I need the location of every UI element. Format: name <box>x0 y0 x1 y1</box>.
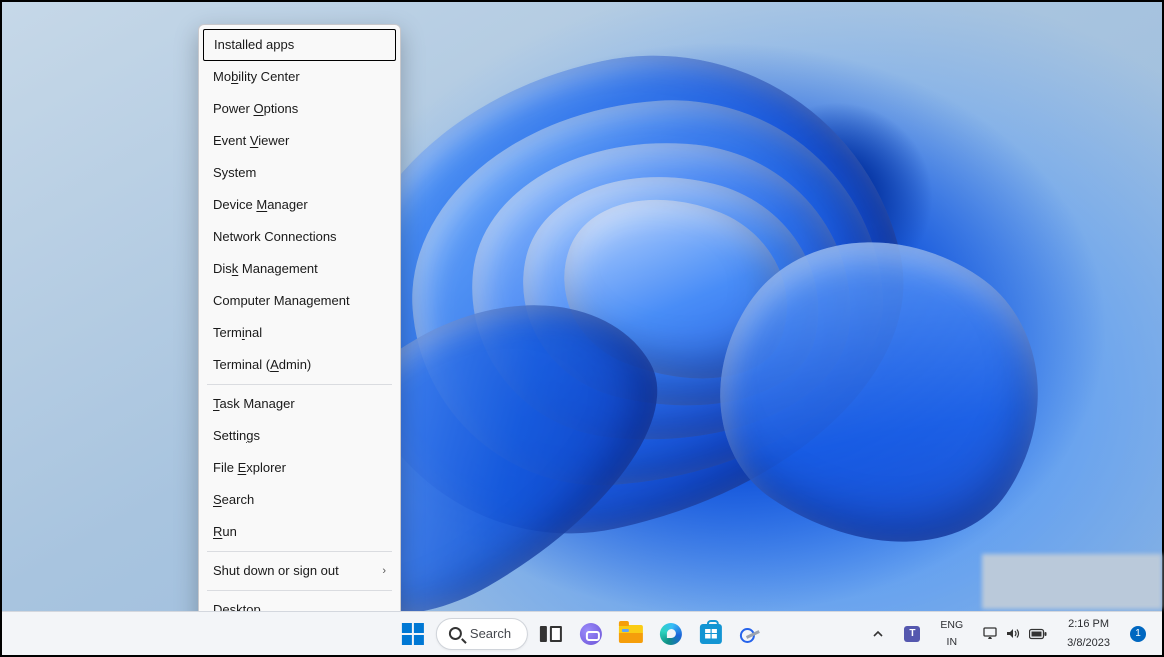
edge-icon <box>660 623 682 645</box>
winx-item-file-explorer[interactable]: File Explorer <box>199 452 400 484</box>
menu-item-label: Shut down or sign out <box>213 562 339 580</box>
tray-time: 2:16 PM <box>1068 618 1109 631</box>
windows-logo-icon <box>402 623 424 645</box>
store-icon <box>700 624 722 644</box>
menu-item-label: Run <box>213 523 237 541</box>
winx-item-disk-management[interactable]: Disk Management <box>199 253 400 285</box>
winx-item-run[interactable]: Run <box>199 516 400 548</box>
snipping-tool-button[interactable] <box>734 617 768 651</box>
winx-item-task-manager[interactable]: Task Manager <box>199 388 400 420</box>
menu-item-label: Mobility Center <box>213 68 300 86</box>
store-button[interactable] <box>694 617 728 651</box>
menu-item-label: Task Manager <box>213 395 295 413</box>
chat-icon <box>580 623 602 645</box>
teams-icon <box>904 626 920 642</box>
menu-item-label: Power Options <box>213 100 298 118</box>
taskbar: Search ENG IN <box>2 611 1162 655</box>
menu-item-label: Disk Management <box>213 260 318 278</box>
menu-item-label: Computer Management <box>213 292 350 310</box>
menu-separator <box>207 590 392 591</box>
winx-context-menu[interactable]: Installed apps Mobility Center Power Optio… <box>198 24 401 631</box>
taskbar-search[interactable]: Search <box>436 618 528 650</box>
search-icon <box>449 627 462 640</box>
start-button[interactable] <box>396 617 430 651</box>
edge-button[interactable] <box>654 617 688 651</box>
search-label: Search <box>470 626 511 641</box>
winx-item-terminal[interactable]: Terminal <box>199 317 400 349</box>
language-bottom: IN <box>947 637 958 648</box>
winx-item-power-options[interactable]: Power Options <box>199 93 400 125</box>
clock-button[interactable]: 2:16 PM 3/8/2023 <box>1061 614 1116 654</box>
taskbar-center-group: Search <box>396 617 768 651</box>
winx-item-settings[interactable]: Settings <box>199 420 400 452</box>
menu-item-label: Device Manager <box>213 196 308 214</box>
winx-item-device-manager[interactable]: Device Manager <box>199 189 400 221</box>
menu-item-label: Terminal (Admin) <box>213 356 311 374</box>
chevron-up-icon <box>872 628 884 640</box>
language-indicator[interactable]: ENG IN <box>934 616 969 652</box>
menu-item-label: Search <box>213 491 254 509</box>
winx-item-search[interactable]: Search <box>199 484 400 516</box>
winx-item-mobility-center[interactable]: Mobility Center <box>199 61 400 93</box>
quick-settings-button[interactable] <box>977 623 1053 644</box>
notification-center-button[interactable]: 1 <box>1124 622 1152 646</box>
network-icon <box>983 627 998 640</box>
chat-button[interactable] <box>574 617 608 651</box>
system-tray: ENG IN 2:16 PM 3/8/2023 1 <box>866 612 1156 655</box>
menu-item-label: File Explorer <box>213 459 286 477</box>
winx-item-installed-apps[interactable]: Installed apps <box>203 29 396 61</box>
battery-icon <box>1029 628 1047 640</box>
menu-item-label: Settings <box>213 427 260 445</box>
menu-separator <box>207 384 392 385</box>
task-view-icon <box>540 626 562 642</box>
snipping-tool-icon <box>740 625 762 643</box>
chevron-right-icon: › <box>382 562 386 580</box>
file-explorer-button[interactable] <box>614 617 648 651</box>
language-top: ENG <box>940 620 963 631</box>
tray-date: 3/8/2023 <box>1067 637 1110 650</box>
menu-item-label: System <box>213 164 256 182</box>
winx-item-system[interactable]: System <box>199 157 400 189</box>
winx-item-network-connections[interactable]: Network Connections <box>199 221 400 253</box>
winx-item-terminal-admin[interactable]: Terminal (Admin) <box>199 349 400 381</box>
menu-item-label: Terminal <box>213 324 262 342</box>
winx-item-shut-down-or-sign-out[interactable]: Shut down or sign out › <box>199 555 400 587</box>
task-view-button[interactable] <box>534 617 568 651</box>
menu-separator <box>207 551 392 552</box>
menu-item-label: Installed apps <box>214 36 294 54</box>
menu-item-label: Network Connections <box>213 228 337 246</box>
winx-item-event-viewer[interactable]: Event Viewer <box>199 125 400 157</box>
tray-overflow-button[interactable] <box>866 624 890 644</box>
notification-badge: 1 <box>1130 626 1146 642</box>
file-explorer-icon <box>619 625 643 643</box>
winx-item-computer-management[interactable]: Computer Management <box>199 285 400 317</box>
volume-icon <box>1006 627 1021 640</box>
redacted-region <box>982 554 1162 609</box>
tray-teams-icon[interactable] <box>898 622 926 646</box>
menu-item-label: Event Viewer <box>213 132 289 150</box>
